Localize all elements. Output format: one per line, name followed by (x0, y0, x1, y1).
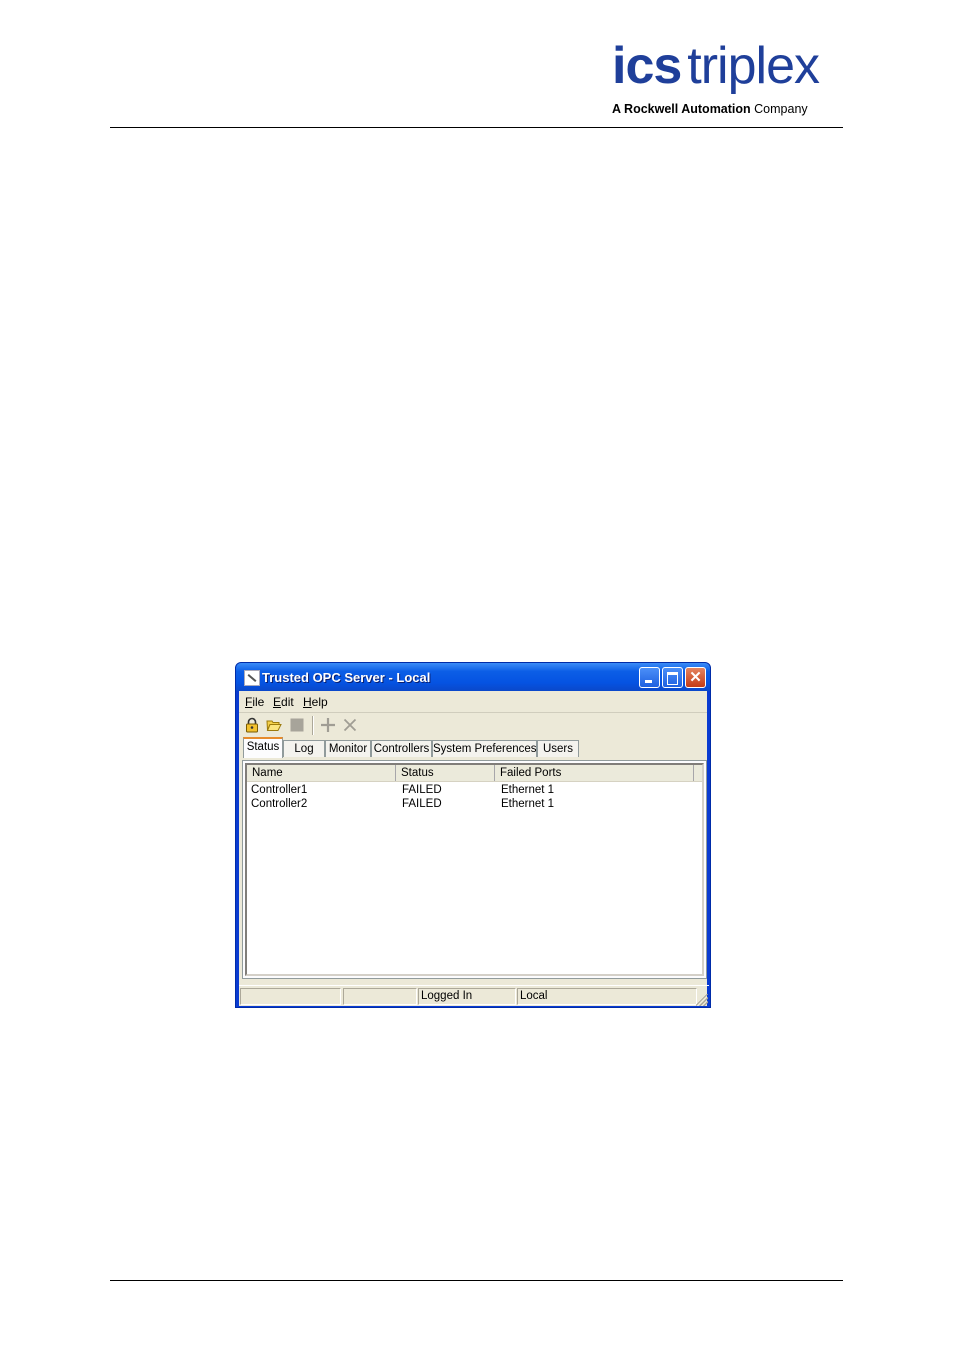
header-divider (110, 127, 843, 128)
window-title: Trusted OPC Server - Local (262, 670, 431, 685)
tagline-tail: Company (754, 102, 808, 116)
menu-help-hotkey: H (303, 695, 312, 709)
controller-status-list[interactable]: Name Status Failed Ports Controller1 FAI… (245, 763, 704, 976)
menu-file-label: ile (252, 695, 265, 709)
tab-users[interactable]: Users (537, 740, 579, 757)
row-name: Controller1 (251, 784, 308, 796)
tab-status[interactable]: Status (243, 737, 283, 758)
row-failed-ports: Ethernet 1 (501, 784, 555, 796)
menu-edit-label: dit (281, 695, 294, 709)
close-icon: ✕ (689, 669, 702, 686)
remove-icon[interactable] (342, 717, 358, 733)
menu-help-label: elp (311, 695, 328, 709)
opc-server-window: Trusted OPC Server - Local ✕ File Edit H… (235, 662, 711, 1008)
tab-controllers[interactable]: Controllers (371, 740, 432, 757)
folder-open-icon[interactable] (266, 717, 282, 733)
menu-file[interactable]: File (245, 695, 264, 709)
resize-grip-icon[interactable] (696, 994, 708, 1006)
app-icon[interactable] (244, 670, 260, 686)
tagline-lead: A Rockwell Automation (612, 102, 751, 116)
title-bar[interactable]: Trusted OPC Server - Local ✕ (236, 663, 710, 691)
tab-strip: Status Log Monitor Controllers System Pr… (239, 737, 707, 758)
window-client: File Edit Help Status Log Monitor Contro… (239, 691, 709, 1007)
logo-tagline: A Rockwell Automation Company (612, 102, 808, 116)
row-failed-ports: Ethernet 1 (501, 798, 555, 810)
tab-monitor[interactable]: Monitor (325, 740, 371, 757)
menu-edit[interactable]: Edit (273, 695, 294, 709)
status-pane-connection: Local (517, 988, 697, 1005)
column-header-failed-ports[interactable]: Failed Ports (495, 765, 694, 781)
toolbar (239, 713, 707, 737)
close-button[interactable]: ✕ (685, 667, 706, 688)
tab-log[interactable]: Log (283, 740, 325, 757)
status-tab-panel: Name Status Failed Ports Controller1 FAI… (242, 760, 707, 979)
menu-help[interactable]: Help (303, 695, 328, 709)
column-header-status[interactable]: Status (396, 765, 495, 781)
row-status: FAILED (402, 784, 442, 796)
add-icon[interactable] (320, 717, 336, 733)
stop-icon[interactable] (289, 717, 305, 733)
list-header: Name Status Failed Ports (247, 765, 702, 782)
company-logo: ics triplex A Rockwell Automation Company (612, 38, 844, 120)
list-item[interactable]: Controller1 FAILED Ethernet 1 (247, 783, 702, 797)
logo-wordmark: ics triplex (612, 37, 820, 95)
maximize-button[interactable] (662, 667, 683, 688)
list-body: Controller1 FAILED Ethernet 1 Controller… (247, 782, 702, 811)
status-pane-2 (343, 988, 417, 1005)
footer-divider (110, 1280, 843, 1281)
tab-system-preferences[interactable]: System Preferences (432, 740, 537, 757)
row-name: Controller2 (251, 798, 308, 810)
column-header-name[interactable]: Name (247, 765, 396, 781)
minimize-button[interactable] (639, 667, 660, 688)
status-pane-login: Logged In (418, 988, 516, 1005)
status-pane-1 (240, 988, 341, 1005)
list-item[interactable]: Controller2 FAILED Ethernet 1 (247, 797, 702, 811)
menu-edit-hotkey: E (273, 695, 282, 709)
lock-icon[interactable] (244, 717, 260, 733)
status-bar: Logged In Local (239, 985, 709, 1007)
logo-triplex: triplex (687, 37, 820, 95)
logo-ics: ics (612, 37, 682, 95)
row-status: FAILED (402, 798, 442, 810)
menu-bar: File Edit Help (239, 691, 707, 713)
toolbar-separator (312, 716, 314, 735)
